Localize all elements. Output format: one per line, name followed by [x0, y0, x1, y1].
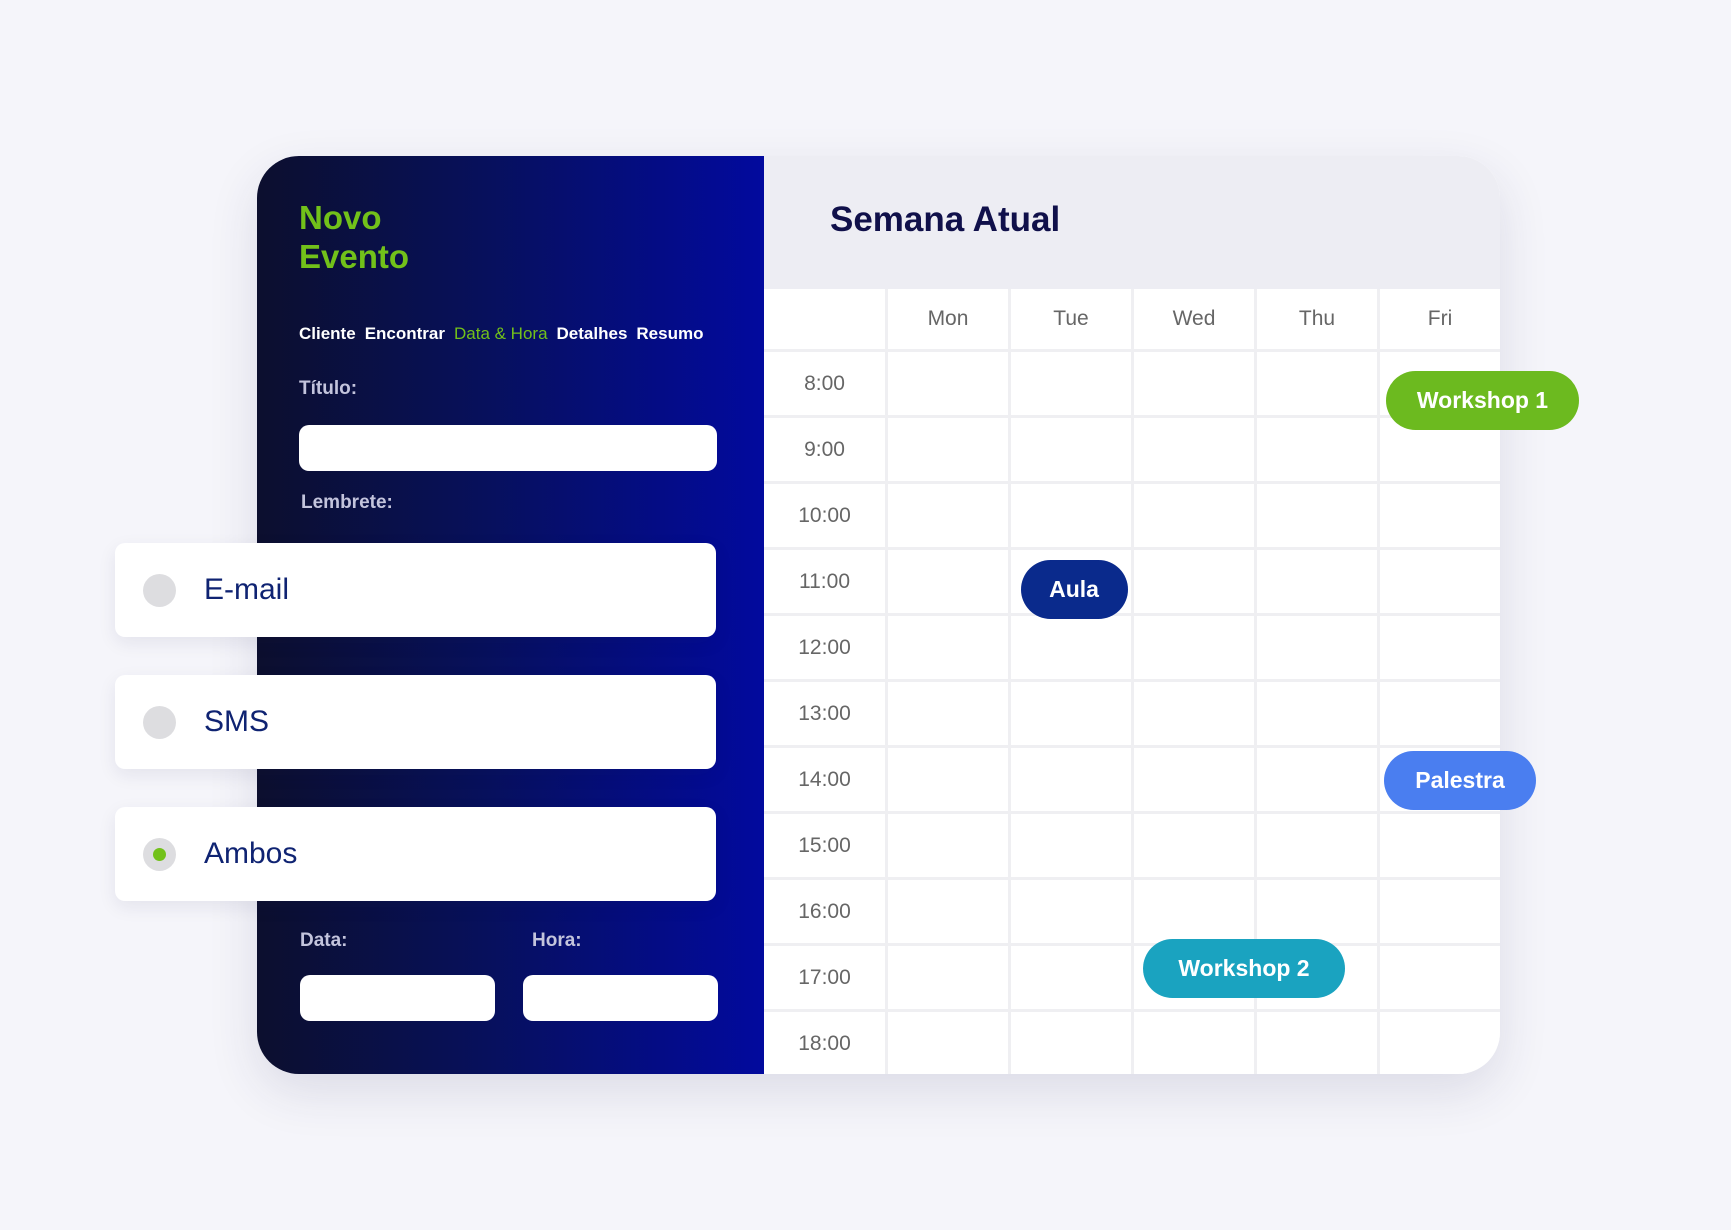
- time-slot[interactable]: [1380, 946, 1500, 1009]
- time-slot[interactable]: [1257, 1012, 1377, 1074]
- option-label-sms: SMS: [204, 705, 270, 738]
- time-slot[interactable]: [1257, 682, 1377, 745]
- time-label: 16:00: [764, 880, 885, 943]
- time-slot[interactable]: [888, 616, 1008, 679]
- title-line-1: Novo: [299, 199, 382, 236]
- time-label: 12:00: [764, 616, 885, 679]
- time-slot[interactable]: [1257, 550, 1377, 613]
- time-slot[interactable]: [1011, 352, 1131, 415]
- step-data-hora[interactable]: Data & Hora: [454, 324, 548, 344]
- time-slot[interactable]: [1011, 418, 1131, 481]
- time-slot[interactable]: [1134, 1012, 1254, 1074]
- day-header-tue: Tue: [1011, 289, 1131, 349]
- time-slot[interactable]: [1134, 418, 1254, 481]
- time-slot[interactable]: [888, 682, 1008, 745]
- time-slot[interactable]: [1134, 484, 1254, 547]
- grid-corner: [764, 289, 885, 349]
- data-label: Data:: [300, 930, 348, 951]
- time-label: 15:00: [764, 814, 885, 877]
- week-calendar: Semana Atual Mon Tue Wed Thu Fri 8:00 9:00 10:0…: [764, 156, 1500, 1074]
- time-slot[interactable]: [1380, 550, 1500, 613]
- time-slot[interactable]: [1134, 748, 1254, 811]
- day-header-wed: Wed: [1134, 289, 1254, 349]
- time-slot[interactable]: [1134, 550, 1254, 613]
- calendar-title: Semana Atual: [830, 200, 1061, 239]
- time-label: 9:00: [764, 418, 885, 481]
- time-label: 10:00: [764, 484, 885, 547]
- time-slot[interactable]: [1380, 682, 1500, 745]
- time-slot[interactable]: [1011, 946, 1131, 1009]
- reminder-option-email[interactable]: E-mail: [115, 543, 716, 637]
- step-detalhes[interactable]: Detalhes: [557, 324, 628, 344]
- time-slot[interactable]: [1011, 1012, 1131, 1074]
- time-slot[interactable]: [1380, 814, 1500, 877]
- event-palestra[interactable]: Palestra: [1384, 751, 1536, 810]
- day-header-fri: Fri: [1380, 289, 1500, 349]
- time-slot[interactable]: [1134, 682, 1254, 745]
- option-label-ambos: Ambos: [204, 837, 298, 870]
- titulo-input[interactable]: [299, 425, 717, 471]
- time-slot[interactable]: [1134, 880, 1254, 943]
- reminder-option-ambos[interactable]: Ambos: [115, 807, 716, 901]
- hora-input[interactable]: [523, 975, 718, 1021]
- time-slot[interactable]: [888, 880, 1008, 943]
- hora-label: Hora:: [532, 930, 582, 951]
- step-resumo[interactable]: Resumo: [636, 324, 703, 344]
- time-slot[interactable]: [1257, 418, 1377, 481]
- data-input[interactable]: [300, 975, 495, 1021]
- time-label: 11:00: [764, 550, 885, 613]
- time-slot[interactable]: [1380, 616, 1500, 679]
- time-label: 14:00: [764, 748, 885, 811]
- time-slot[interactable]: [888, 418, 1008, 481]
- time-slot[interactable]: [1134, 352, 1254, 415]
- time-slot[interactable]: [1011, 484, 1131, 547]
- time-slot[interactable]: [1011, 682, 1131, 745]
- event-workshop-1[interactable]: Workshop 1: [1386, 371, 1579, 430]
- time-label: 13:00: [764, 682, 885, 745]
- time-slot[interactable]: [888, 946, 1008, 1009]
- time-slot[interactable]: [1134, 814, 1254, 877]
- calendar-header: Semana Atual: [764, 156, 1500, 289]
- step-navigation: Cliente Encontrar Data & Hora Detalhes R…: [299, 324, 703, 344]
- radio-sms[interactable]: [143, 705, 176, 739]
- radio-selected-dot: [153, 847, 166, 861]
- time-slot[interactable]: [1257, 352, 1377, 415]
- day-header-mon: Mon: [888, 289, 1008, 349]
- time-slot[interactable]: [888, 1012, 1008, 1074]
- time-label: 17:00: [764, 946, 885, 1009]
- time-slot[interactable]: [1257, 814, 1377, 877]
- time-slot[interactable]: [1380, 880, 1500, 943]
- time-label: 8:00: [764, 352, 885, 415]
- time-slot[interactable]: [1257, 880, 1377, 943]
- panel-title: Novo Evento: [299, 198, 599, 276]
- option-label-email: E-mail: [204, 573, 290, 606]
- time-slot[interactable]: [1380, 1012, 1500, 1074]
- lembrete-label: Lembrete:: [301, 492, 393, 513]
- time-slot[interactable]: [1134, 616, 1254, 679]
- time-slot[interactable]: [888, 550, 1008, 613]
- radio-email[interactable]: [143, 573, 176, 607]
- event-aula[interactable]: Aula: [1020, 560, 1128, 619]
- step-encontrar[interactable]: Encontrar: [365, 324, 445, 344]
- time-slot[interactable]: [1380, 484, 1500, 547]
- step-cliente[interactable]: Cliente: [299, 324, 356, 344]
- time-slot[interactable]: [1011, 880, 1131, 943]
- event-workshop-2[interactable]: Workshop 2: [1143, 939, 1345, 998]
- time-slot[interactable]: [888, 484, 1008, 547]
- time-slot[interactable]: [1011, 748, 1131, 811]
- time-slot[interactable]: [888, 748, 1008, 811]
- time-slot[interactable]: [888, 352, 1008, 415]
- reminder-option-sms[interactable]: SMS: [115, 675, 716, 769]
- day-header-thu: Thu: [1257, 289, 1377, 349]
- time-label: 18:00: [764, 1012, 885, 1074]
- time-slot[interactable]: [1257, 748, 1377, 811]
- time-slot[interactable]: [888, 814, 1008, 877]
- time-slot[interactable]: [1257, 616, 1377, 679]
- title-line-2: Evento: [299, 238, 410, 275]
- time-slot[interactable]: [1011, 814, 1131, 877]
- titulo-label: Título:: [299, 378, 358, 399]
- time-slot[interactable]: [1011, 616, 1131, 679]
- time-slot[interactable]: [1257, 484, 1377, 547]
- radio-ambos[interactable]: [143, 837, 176, 871]
